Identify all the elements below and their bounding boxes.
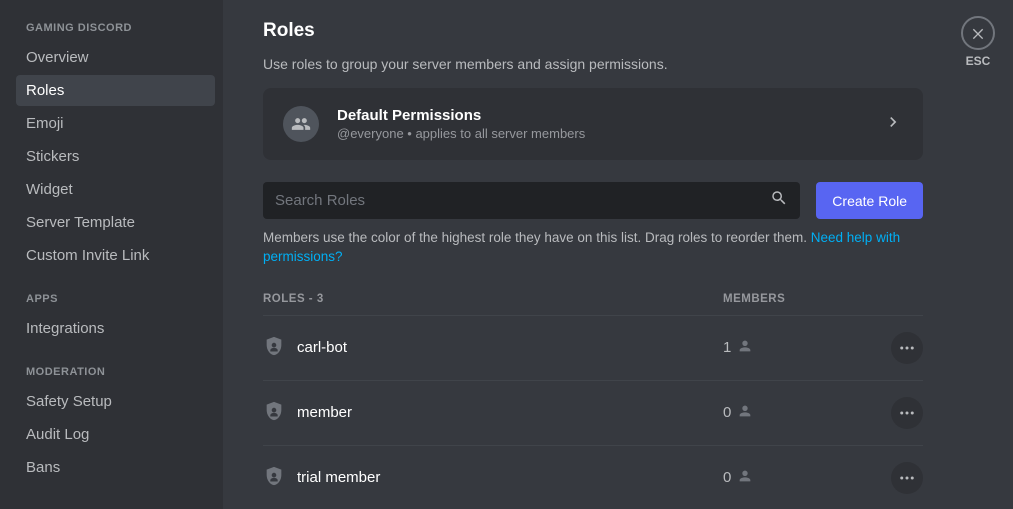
- sidebar-item-custom-invite[interactable]: Custom Invite Link: [16, 240, 215, 271]
- sidebar-item-label: Overview: [26, 49, 89, 66]
- sidebar-item-overview[interactable]: Overview: [16, 42, 215, 73]
- sidebar-item-server-template[interactable]: Server Template: [16, 207, 215, 238]
- sidebar-item-label: Custom Invite Link: [26, 247, 149, 264]
- create-role-button[interactable]: Create Role: [816, 182, 923, 219]
- close-icon: [970, 25, 986, 41]
- shield-icon: [263, 400, 285, 426]
- sidebar-item-widget[interactable]: Widget: [16, 174, 215, 205]
- more-icon: [898, 469, 916, 487]
- search-box[interactable]: [263, 182, 800, 219]
- help-text: Members use the color of the highest rol…: [263, 229, 923, 267]
- sidebar-item-label: Widget: [26, 181, 73, 198]
- default-permissions-subtitle: @everyone • applies to all server member…: [337, 126, 865, 141]
- sidebar-section-header: GAMING DISCORD: [16, 16, 215, 40]
- sidebar-item-integrations[interactable]: Integrations: [16, 313, 215, 344]
- sidebar-item-emoji[interactable]: Emoji: [16, 108, 215, 139]
- sidebar-item-safety-setup[interactable]: Safety Setup: [16, 386, 215, 417]
- more-icon: [898, 339, 916, 357]
- sidebar-item-label: Audit Log: [26, 426, 89, 443]
- role-more-button[interactable]: [891, 332, 923, 364]
- roles-table-header: ROLES - 3 MEMBERS: [263, 293, 923, 315]
- sidebar-section-header: MODERATION: [16, 360, 215, 384]
- members-header: MEMBERS: [723, 293, 863, 305]
- settings-sidebar: GAMING DISCORD Overview Roles Emoji Stic…: [0, 0, 223, 509]
- role-name: member: [297, 404, 352, 421]
- default-permissions-card[interactable]: Default Permissions @everyone • applies …: [263, 88, 923, 160]
- close-area: ESC: [961, 16, 995, 68]
- chevron-right-icon: [883, 112, 903, 137]
- role-member-count: 1: [723, 339, 731, 356]
- page-description: Use roles to group your server members a…: [263, 56, 923, 72]
- person-icon: [737, 403, 753, 423]
- close-button[interactable]: [961, 16, 995, 50]
- sidebar-item-label: Roles: [26, 82, 64, 99]
- search-icon: [770, 189, 788, 212]
- role-row[interactable]: trial member 0: [263, 445, 923, 509]
- sidebar-item-label: Safety Setup: [26, 393, 112, 410]
- page-title: Roles: [263, 20, 923, 42]
- main-content: ESC Roles Use roles to group your server…: [223, 0, 1013, 509]
- sidebar-item-label: Emoji: [26, 115, 64, 132]
- role-row[interactable]: carl-bot 1: [263, 315, 923, 380]
- shield-icon: [263, 465, 285, 491]
- sidebar-item-roles[interactable]: Roles: [16, 75, 215, 106]
- sidebar-item-label: Server Template: [26, 214, 135, 231]
- person-icon: [737, 338, 753, 358]
- members-icon: [283, 106, 319, 142]
- role-name: carl-bot: [297, 339, 347, 356]
- role-member-count: 0: [723, 404, 731, 421]
- roles-count-header: ROLES - 3: [263, 293, 723, 305]
- role-more-button[interactable]: [891, 462, 923, 494]
- role-more-button[interactable]: [891, 397, 923, 429]
- shield-icon: [263, 335, 285, 361]
- person-icon: [737, 468, 753, 488]
- search-input[interactable]: [275, 182, 770, 219]
- sidebar-section-header: APPS: [16, 287, 215, 311]
- sidebar-item-stickers[interactable]: Stickers: [16, 141, 215, 172]
- sidebar-item-audit-log[interactable]: Audit Log: [16, 419, 215, 450]
- role-name: trial member: [297, 469, 380, 486]
- close-label: ESC: [961, 54, 995, 68]
- role-member-count: 0: [723, 469, 731, 486]
- sidebar-item-label: Integrations: [26, 320, 104, 337]
- default-permissions-title: Default Permissions: [337, 107, 865, 124]
- sidebar-item-bans[interactable]: Bans: [16, 452, 215, 483]
- role-row[interactable]: member 0: [263, 380, 923, 445]
- sidebar-item-label: Bans: [26, 459, 60, 476]
- sidebar-item-label: Stickers: [26, 148, 79, 165]
- more-icon: [898, 404, 916, 422]
- help-text-body: Members use the color of the highest rol…: [263, 230, 811, 245]
- default-permissions-text: Default Permissions @everyone • applies …: [337, 107, 865, 141]
